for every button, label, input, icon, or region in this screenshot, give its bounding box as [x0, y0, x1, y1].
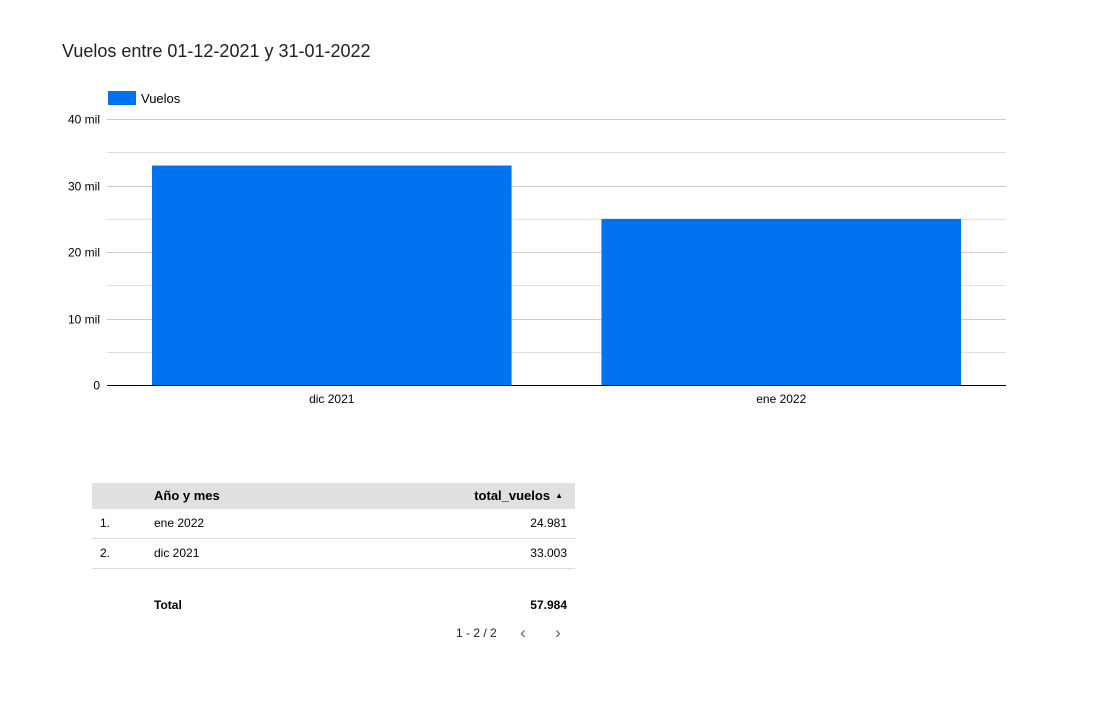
- table-header: Año y mes total_vuelos ▲: [92, 483, 575, 509]
- pagination: 1 - 2 / 2 ‹ ›: [92, 623, 575, 649]
- row-year-month: ene 2022: [154, 516, 205, 530]
- table-row: 1. ene 2022 24.981: [92, 509, 575, 539]
- y-tick-label: 30 mil: [68, 180, 100, 194]
- chevron-left-icon[interactable]: ‹: [513, 624, 533, 644]
- legend-label: Vuelos: [141, 91, 181, 106]
- column-header-total-vuelos[interactable]: total_vuelos ▲: [474, 488, 563, 503]
- row-index: 1.: [100, 516, 111, 530]
- chevron-right-icon[interactable]: ›: [548, 624, 568, 644]
- row-year-month: dic 2021: [154, 546, 200, 560]
- page-range-text: 1 - 2 / 2: [456, 626, 497, 640]
- bar: [151, 165, 512, 385]
- y-tick-label: 20 mil: [68, 246, 100, 260]
- bar-chart: 0 10 mil 20 mil 30 mil 40 mil dic 2021 ene 202…: [68, 91, 1006, 406]
- x-tick-label: ene 2022: [756, 392, 806, 406]
- y-tick-label: 40 mil: [68, 113, 100, 127]
- table-row: 2. dic 2021 33.003: [92, 539, 575, 569]
- column-header-label: total_vuelos: [474, 488, 551, 503]
- column-header-year-month[interactable]: Año y mes: [154, 488, 220, 503]
- x-tick-label: dic 2021: [309, 392, 355, 406]
- y-tick-label: 0: [93, 379, 100, 393]
- data-table: Año y mes total_vuelos ▲ 1. ene 2022 24.9…: [92, 483, 575, 649]
- table-total-row: Total 57.984: [92, 593, 575, 623]
- row-index: 2.: [100, 546, 111, 560]
- bar: [601, 218, 962, 385]
- row-total-vuelos: 24.981: [530, 516, 567, 530]
- total-value: 57.984: [530, 598, 567, 612]
- legend-swatch: [108, 91, 136, 105]
- total-label: Total: [154, 598, 182, 612]
- row-total-vuelos: 33.003: [530, 546, 567, 560]
- y-tick-label: 10 mil: [68, 313, 100, 327]
- sort-ascending-icon[interactable]: ▲: [555, 491, 563, 500]
